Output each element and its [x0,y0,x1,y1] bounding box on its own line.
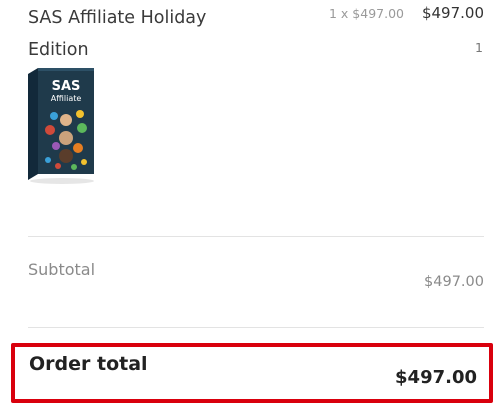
line-total: $497.00 [421,4,484,22]
box-side [28,68,38,180]
decor-dot [50,112,58,120]
decor-face [60,114,72,126]
divider [28,236,484,237]
box-subtitle: Affiliate [51,94,82,103]
order-total-label: Order total [29,353,148,375]
box-top-edge [38,68,94,71]
decor-dot [77,123,87,133]
order-total-value: $497.00 [395,367,477,388]
item-quantity: 1 [475,40,483,55]
decor-dot [55,163,61,169]
decor-dot [52,142,60,150]
subtotal-value: $497.00 [424,274,484,290]
decor-dot [45,157,51,163]
decor-dot [81,159,87,165]
box-title: SAS [52,79,81,94]
product-name: SAS Affiliate Holiday Edition [28,8,207,60]
unit-price: 1 x $497.00 [329,6,404,21]
decor-dot [45,125,55,135]
decor-dot [73,143,83,153]
box-shadow [30,178,94,184]
order-total-highlight: Order total $497.00 [11,343,493,403]
decor-face [59,131,73,145]
product-box-graphic: SAS Affiliate [28,68,94,184]
divider [28,327,484,328]
product-image: SAS Affiliate [26,68,98,186]
decor-dot [71,164,77,170]
decor-face [59,149,73,163]
decor-dot [76,110,84,118]
subtotal-label: Subtotal [28,260,96,279]
